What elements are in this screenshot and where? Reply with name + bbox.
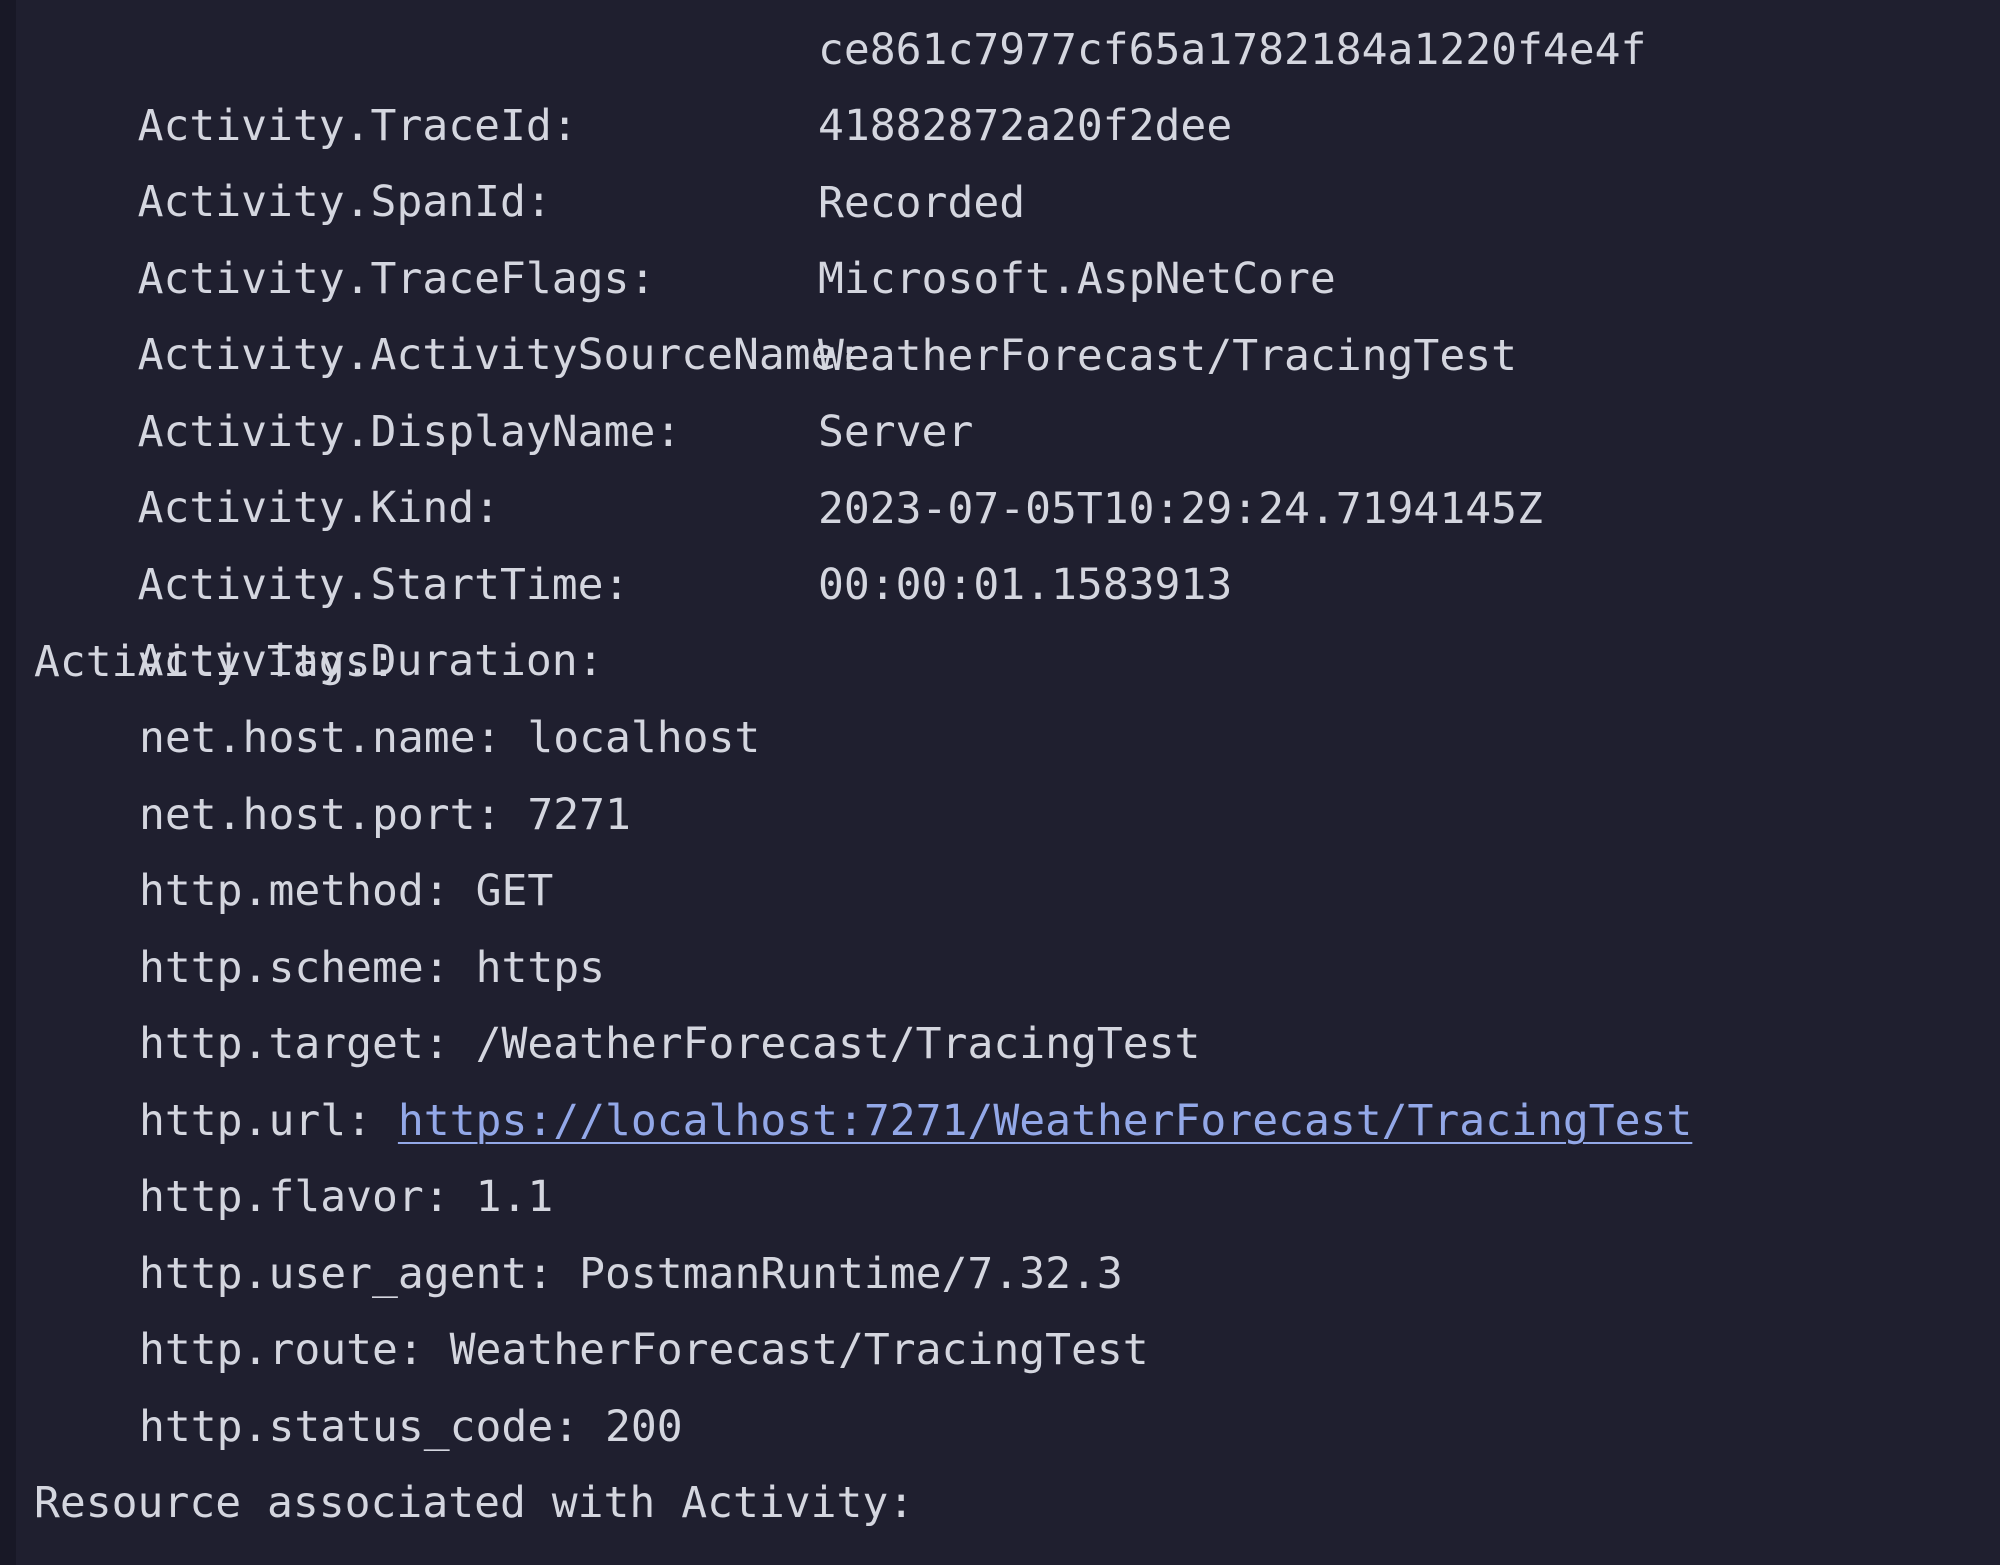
- tag-http-url: http.url: https://localhost:7271/Weather…: [139, 1083, 1692, 1159]
- tag-value: localhost: [527, 713, 761, 763]
- tag-net-host-port: net.host.port: 7271: [139, 777, 631, 853]
- tag-value: WeatherForecast/TracingTest: [449, 1325, 1149, 1375]
- tag-value: /WeatherForecast/TracingTest: [475, 1019, 1201, 1069]
- field-span-id: Activity.SpanId: 41882872a20f2dee: [34, 88, 1233, 227]
- field-value: WeatherForecast/TracingTest: [818, 331, 1517, 381]
- tag-key: net.host.name:: [139, 713, 502, 763]
- field-value: Server: [818, 407, 974, 457]
- tag-key: net.host.port:: [139, 790, 502, 840]
- tag-key: http.url:: [139, 1096, 372, 1146]
- field-trace-id: Activity.TraceId: ce861c7977cf65a1782184…: [34, 12, 1647, 151]
- field-value: Microsoft.AspNetCore: [818, 254, 1336, 304]
- field-start-time: Activity.StartTime: 2023-07-05T10:29:24.…: [34, 471, 1543, 610]
- tag-key: http.user_agent:: [139, 1249, 554, 1299]
- field-value: 2023-07-05T10:29:24.7194145Z: [818, 484, 1543, 534]
- tag-key: http.status_code:: [139, 1402, 580, 1452]
- field-value: 00:00:01.1583913: [818, 560, 1233, 610]
- field-activity-source-name: Activity.ActivitySourceName: Microsoft.A…: [34, 241, 1336, 380]
- tag-key: http.flavor:: [139, 1172, 450, 1222]
- tag-http-method: http.method: GET: [139, 853, 553, 929]
- tag-value: 200: [605, 1402, 683, 1452]
- http-url-link[interactable]: https://localhost:7271/WeatherForecast/T…: [398, 1096, 1692, 1146]
- tag-net-host-name: net.host.name: localhost: [139, 700, 760, 776]
- tag-value: https: [475, 943, 606, 993]
- tag-value: PostmanRuntime/7.32.3: [579, 1249, 1123, 1299]
- tag-key: http.route:: [139, 1325, 424, 1375]
- tag-key: http.method:: [139, 866, 450, 916]
- field-value: 41882872a20f2dee: [818, 101, 1233, 151]
- tag-key: http.scheme:: [139, 943, 450, 993]
- tag-http-flavor: http.flavor: 1.1: [139, 1159, 553, 1235]
- tag-key: http.target:: [139, 1019, 450, 1069]
- field-trace-flags: Activity.TraceFlags: Recorded: [34, 165, 1026, 304]
- tag-http-scheme: http.scheme: https: [139, 930, 605, 1006]
- tag-http-status-code: http.status_code: 200: [139, 1389, 683, 1465]
- field-value: ce861c7977cf65a1782184a1220f4e4f: [818, 25, 1647, 75]
- tags-header: Activity.Tags:: [34, 637, 397, 687]
- tag-value: 1.1: [475, 1172, 554, 1222]
- tag-http-target: http.target: /WeatherForecast/TracingTes…: [139, 1006, 1200, 1082]
- tag-http-user-agent: http.user_agent: PostmanRuntime/7.32.3: [139, 1236, 1123, 1312]
- field-kind: Activity.Kind: Server: [34, 394, 974, 533]
- field-display-name: Activity.DisplayName: WeatherForecast/Tr…: [34, 318, 1517, 457]
- resource-footer: Resource associated with Activity:: [34, 1478, 915, 1528]
- tag-http-route: http.route: WeatherForecast/TracingTest: [139, 1312, 1149, 1388]
- tag-value: GET: [475, 866, 554, 916]
- tag-value: 7271: [527, 790, 631, 840]
- console-output: Activity.TraceId: ce861c7977cf65a1782184…: [0, 0, 2000, 1565]
- field-duration: Activity.Duration: 00:00:01.1583913: [34, 547, 1233, 686]
- field-value: Recorded: [818, 178, 1026, 228]
